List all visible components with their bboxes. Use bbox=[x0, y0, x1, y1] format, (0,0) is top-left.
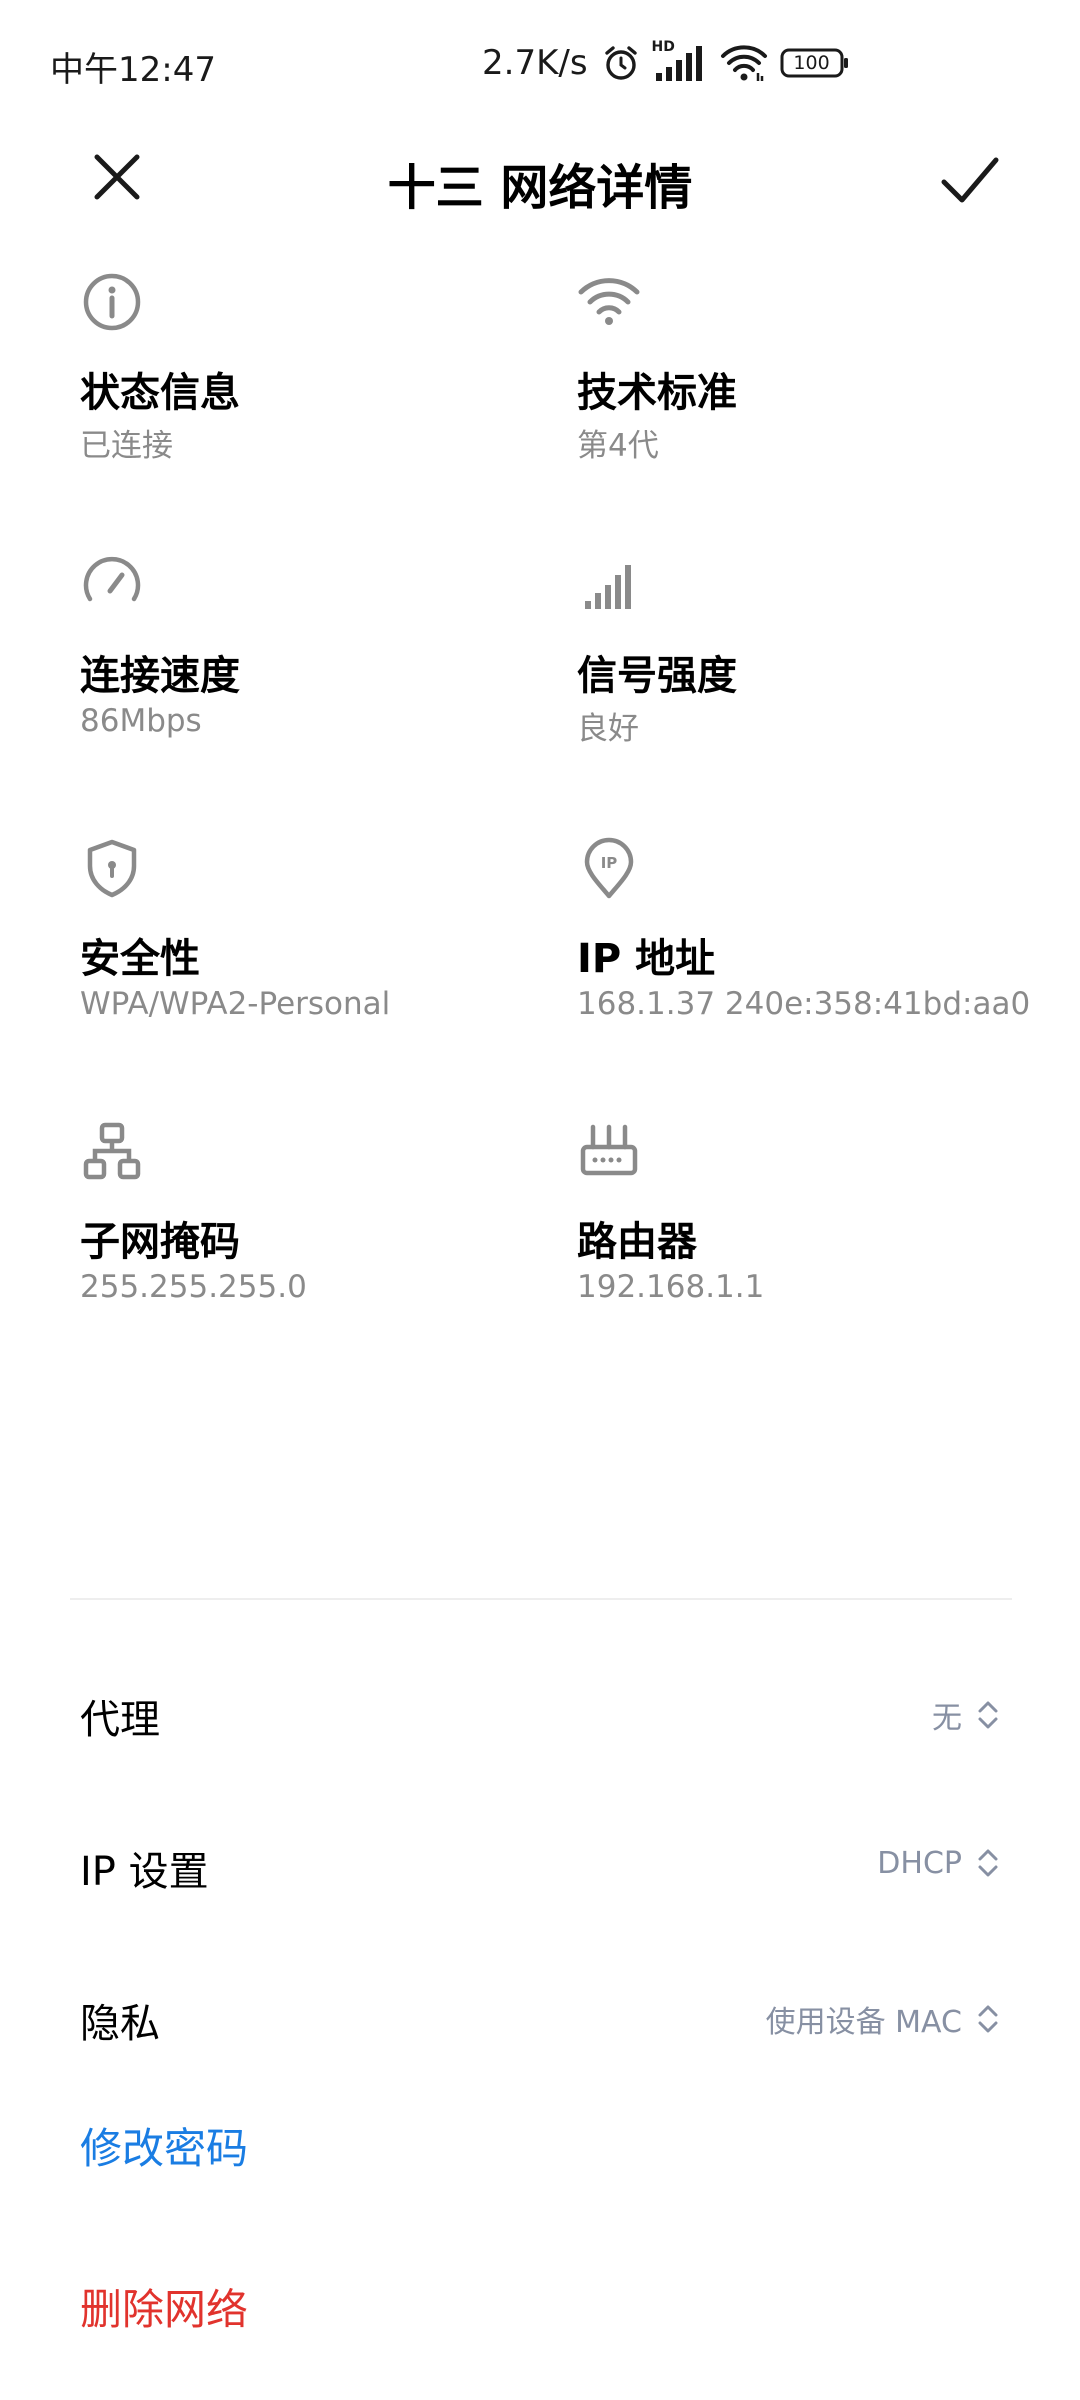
info-label: 子网掩码 bbox=[80, 1219, 240, 1265]
wifi-icon bbox=[578, 278, 640, 325]
check-icon bbox=[941, 157, 999, 203]
hd-signal-icon: HD bbox=[652, 39, 708, 83]
setting-label: 代理 bbox=[80, 1697, 160, 1743]
chevron-up-down-icon bbox=[978, 1701, 998, 1729]
alarm-icon bbox=[602, 44, 640, 82]
speedometer-icon bbox=[83, 556, 141, 602]
info-value: 86Mbps bbox=[80, 703, 202, 739]
ip-mode-selector[interactable]: DHCP bbox=[877, 1845, 1000, 1881]
info-label: 安全性 bbox=[80, 936, 200, 982]
proxy-selector[interactable]: 无 bbox=[932, 1693, 1000, 1737]
info-router: 路由器 192.168.1.1 bbox=[577, 1119, 1080, 1359]
info-icon bbox=[83, 273, 141, 331]
info-value: 255.255.255.0 bbox=[80, 1269, 307, 1305]
info-ip-address: IP IP 地址 168.1.37 240e:358:41bd:aa0 bbox=[577, 836, 1080, 1076]
divider bbox=[70, 1598, 1012, 1600]
info-speed: 连接速度 86Mbps bbox=[80, 553, 600, 793]
status-indicators: 2.7K/s HD 100 bbox=[482, 39, 850, 86]
svg-text:IP: IP bbox=[601, 854, 618, 872]
info-status: 状态信息 已连接 bbox=[80, 270, 600, 510]
battery-icon: 100 bbox=[780, 47, 850, 79]
info-label: 信号强度 bbox=[577, 653, 737, 699]
setting-label: IP 设置 bbox=[80, 1849, 209, 1895]
privacy-selector[interactable]: 使用设备 MAC bbox=[766, 1997, 1000, 2041]
shield-icon bbox=[87, 839, 137, 898]
chevron-up-down-icon bbox=[978, 1849, 998, 1877]
wifi-status-icon bbox=[720, 43, 768, 83]
info-label: 技术标准 bbox=[577, 370, 737, 416]
proxy-setting-row[interactable]: 代理 无 bbox=[0, 1657, 1080, 1767]
info-label: 路由器 bbox=[577, 1219, 697, 1265]
subnet-icon bbox=[83, 1122, 141, 1180]
setting-value: 无 bbox=[932, 1701, 962, 1736]
network-speed: 2.7K/s bbox=[482, 43, 588, 83]
confirm-button[interactable] bbox=[930, 140, 1010, 220]
setting-value: DHCP bbox=[877, 1845, 962, 1881]
delete-network-button[interactable]: 删除网络 bbox=[80, 2276, 248, 2337]
status-time: 中午12:47 bbox=[50, 50, 216, 90]
info-value: 第4代 bbox=[577, 428, 659, 464]
info-signal: 信号强度 良好 bbox=[577, 553, 1080, 793]
signal-bars-icon bbox=[585, 565, 631, 609]
info-label: 连接速度 bbox=[80, 653, 240, 699]
status-bar: 中午12:47 2.7K/s HD 100 bbox=[0, 0, 1080, 130]
info-value: 192.168.1.1 bbox=[577, 1269, 765, 1305]
battery-level: 100 bbox=[793, 52, 830, 74]
title-bar: 十三 网络详情 bbox=[0, 130, 1080, 230]
info-security: 安全性 WPA/WPA2-Personal bbox=[80, 836, 600, 1076]
chevron-up-down-icon bbox=[978, 2005, 998, 2033]
change-password-button[interactable]: 修改密码 bbox=[80, 2115, 248, 2176]
ip-pin-icon: IP bbox=[584, 837, 634, 899]
info-value: 168.1.37 240e:358:41bd:aa0 bbox=[577, 986, 1031, 1022]
info-value: WPA/WPA2-Personal bbox=[80, 986, 391, 1022]
router-icon bbox=[580, 1124, 638, 1176]
setting-value: 使用设备 MAC bbox=[765, 2005, 962, 2040]
info-value: 良好 bbox=[577, 711, 639, 747]
info-label: IP 地址 bbox=[577, 936, 716, 982]
info-value: 已连接 bbox=[80, 428, 173, 464]
info-subnet: 子网掩码 255.255.255.0 bbox=[80, 1119, 600, 1359]
privacy-setting-row[interactable]: 隐私 使用设备 MAC bbox=[0, 1961, 1080, 2071]
info-standard: 技术标准 第4代 bbox=[577, 270, 1080, 510]
page-title: 十三 网络详情 bbox=[387, 160, 693, 216]
setting-label: 隐私 bbox=[80, 2001, 160, 2047]
ip-setting-row[interactable]: IP 设置 DHCP bbox=[0, 1809, 1080, 1919]
info-label: 状态信息 bbox=[80, 370, 240, 416]
